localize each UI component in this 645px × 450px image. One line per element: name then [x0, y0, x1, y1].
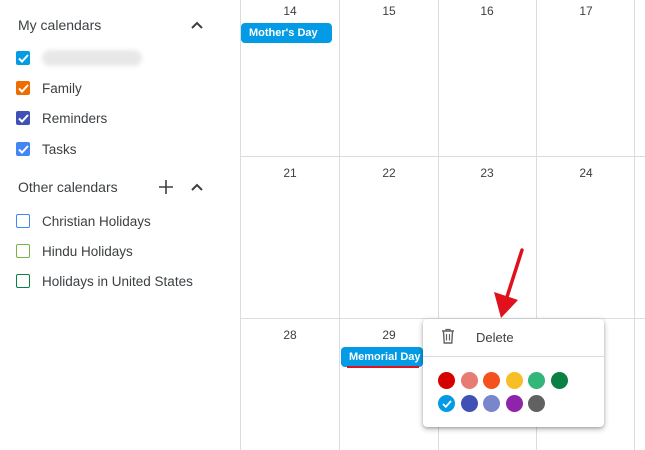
- color-swatch-grape[interactable]: [506, 395, 523, 412]
- checkbox-unchecked-icon[interactable]: [16, 214, 30, 228]
- color-swatch-graphite[interactable]: [528, 395, 545, 412]
- checkmark-icon: [441, 399, 452, 408]
- chevron-up-icon[interactable]: [188, 16, 206, 34]
- day-number[interactable]: 23: [438, 166, 536, 180]
- calendar-label: Reminders: [42, 110, 108, 126]
- day-number[interactable]: 15: [340, 4, 438, 18]
- color-swatch-tangerine[interactable]: [483, 372, 500, 389]
- other-calendars-title: Other calendars: [18, 179, 118, 195]
- color-swatch-flamingo[interactable]: [461, 372, 478, 389]
- color-swatch-banana[interactable]: [506, 372, 523, 389]
- color-swatch-tomato[interactable]: [438, 372, 455, 389]
- trash-icon: [441, 328, 455, 349]
- checkbox-checked-icon[interactable]: [16, 51, 30, 65]
- color-swatch-blueberry[interactable]: [461, 395, 478, 412]
- calendar-item-family[interactable]: Family: [16, 76, 82, 100]
- annotation-arrow-icon: [494, 248, 524, 318]
- calendar-item-hindu-holidays[interactable]: Hindu Holidays: [16, 239, 133, 263]
- calendar-label: Holidays in United States: [42, 273, 193, 289]
- event-context-menu: Delete: [423, 319, 604, 427]
- calendar-item-personal[interactable]: [16, 46, 142, 70]
- color-swatch-sage[interactable]: [528, 372, 545, 389]
- grid-divider: [339, 0, 340, 450]
- color-swatch-peacock-selected[interactable]: [438, 395, 455, 412]
- calendar-label: Family: [42, 80, 82, 96]
- event-chip-mothers-day[interactable]: Mother's Day: [241, 23, 332, 43]
- delete-menu-item[interactable]: Delete: [423, 319, 604, 355]
- checkbox-checked-icon[interactable]: [16, 142, 30, 156]
- sidebar: My calendars Family Reminders Tasks Othe…: [0, 0, 240, 450]
- my-calendars-header[interactable]: My calendars: [18, 14, 101, 36]
- grid-divider: [240, 0, 241, 450]
- calendar-label: Christian Holidays: [42, 213, 151, 229]
- calendar-item-christian-holidays[interactable]: Christian Holidays: [16, 209, 151, 233]
- other-calendars-header[interactable]: Other calendars: [18, 176, 118, 198]
- calendar-item-tasks[interactable]: Tasks: [16, 137, 77, 161]
- checkbox-checked-icon[interactable]: [16, 81, 30, 95]
- day-number[interactable]: 21: [241, 166, 339, 180]
- grid-divider: [634, 0, 635, 450]
- color-swatch-lavender[interactable]: [483, 395, 500, 412]
- day-number[interactable]: 14: [241, 4, 339, 18]
- color-swatch-basil[interactable]: [551, 372, 568, 389]
- event-title: Mother's Day: [249, 27, 318, 39]
- day-number[interactable]: 22: [340, 166, 438, 180]
- day-number[interactable]: 16: [438, 4, 536, 18]
- my-calendars-title: My calendars: [18, 17, 102, 33]
- day-number[interactable]: 17: [537, 4, 635, 18]
- checkbox-unchecked-icon[interactable]: [16, 274, 30, 288]
- menu-divider: [423, 356, 604, 357]
- checkbox-unchecked-icon[interactable]: [16, 244, 30, 258]
- calendar-label: Tasks: [42, 141, 77, 157]
- annotation-underline: [347, 366, 419, 368]
- event-chip-memorial-day[interactable]: Memorial Day: [341, 347, 423, 367]
- day-number[interactable]: 28: [241, 328, 339, 342]
- chevron-up-icon[interactable]: [188, 178, 206, 196]
- blurred-calendar-name: [42, 50, 142, 66]
- event-title: Memorial Day: [349, 351, 421, 363]
- delete-label: Delete: [476, 330, 514, 345]
- calendar-item-reminders[interactable]: Reminders: [16, 106, 107, 130]
- calendar-label: Hindu Holidays: [42, 243, 133, 259]
- grid-divider: [240, 156, 645, 157]
- day-number[interactable]: 24: [537, 166, 635, 180]
- add-calendar-icon[interactable]: [157, 178, 175, 196]
- checkbox-checked-icon[interactable]: [16, 111, 30, 125]
- calendar-item-us-holidays[interactable]: Holidays in United States: [16, 269, 193, 293]
